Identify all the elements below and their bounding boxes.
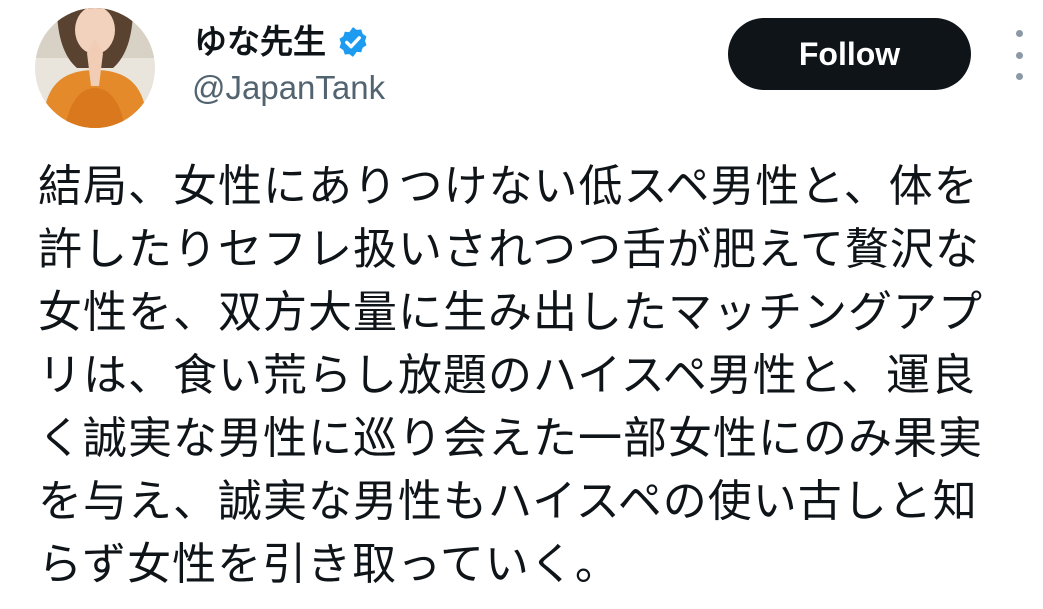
author-handle[interactable]: @JapanTank	[192, 66, 385, 110]
tweet-text-line: リは、食い荒らし放題のハイスペ男性と、運良	[38, 350, 976, 401]
avatar-image	[35, 8, 155, 128]
more-dot	[1015, 73, 1023, 80]
avatar[interactable]	[35, 8, 155, 128]
display-name[interactable]: ゆな先生	[194, 20, 326, 64]
tweet-text-line: を与え、誠実な男性もハイスペの使い古しと知	[38, 476, 978, 527]
more-dot	[1015, 51, 1023, 59]
tweet-text-line: く誠実な男性に巡り会えた一部女性にのみ果実	[38, 413, 983, 464]
more-dot	[1015, 30, 1023, 37]
tweet-text: 結局、女性にありつけない低スペ男性と、体を 許したりセフレ扱いされつつ舌が肥えて…	[38, 155, 1028, 596]
tweet-text-line: らず女性を引き取っていく。	[38, 539, 620, 590]
author-name-row[interactable]: ゆな先生	[194, 20, 370, 64]
verified-badge-icon	[336, 25, 370, 59]
more-options-icon[interactable]	[1004, 30, 1034, 80]
tweet-card: ゆな先生 @JapanTank Follow 結局、女性にありつけない低スペ男性…	[0, 0, 1043, 609]
tweet-text-line: 許したりセフレ扱いされつつ舌が肥えて贅沢な	[38, 224, 980, 275]
tweet-text-line: 女性を、双方大量に生み出したマッチングアプ	[38, 287, 983, 338]
follow-button[interactable]: Follow	[728, 18, 971, 90]
tweet-text-line: 結局、女性にありつけない低スペ男性と、体を	[38, 161, 979, 212]
